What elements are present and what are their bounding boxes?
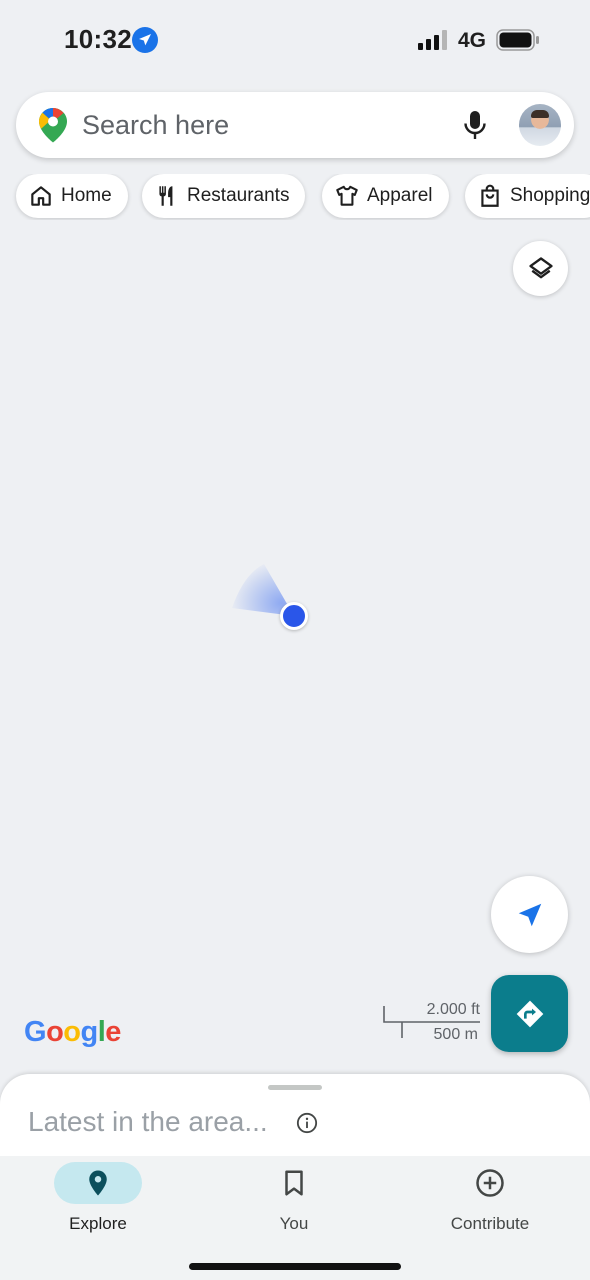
nav-label-explore: Explore: [69, 1214, 127, 1233]
scale-metric-label: 500 m: [433, 1026, 478, 1043]
chip-home[interactable]: Home: [16, 174, 128, 218]
sheet-drag-handle[interactable]: [268, 1085, 322, 1090]
directions-icon: [516, 1000, 543, 1027]
search-input[interactable]: Search here: [82, 110, 229, 141]
current-location-dot: [280, 602, 308, 630]
sheet-title: Latest in the area...: [28, 1106, 268, 1137]
location-pin-icon: [89, 1170, 107, 1196]
bookmark-icon: [285, 1170, 303, 1196]
chip-label: Apparel: [367, 185, 433, 206]
network-label: 4G: [458, 29, 487, 52]
chip-label: Shopping: [510, 185, 590, 206]
search-bar[interactable]: Search here: [16, 92, 574, 158]
restaurant-icon: [159, 186, 173, 206]
shirt-icon: [336, 185, 358, 206]
signal-icon: [418, 30, 447, 50]
category-chips: Home Restaurants Apparel Shopping: [0, 174, 590, 220]
google-logo: Google: [24, 1016, 121, 1048]
battery-icon: [496, 29, 539, 51]
status-time: 10:32: [64, 24, 132, 54]
chip-shopping[interactable]: Shopping: [465, 174, 590, 218]
chip-restaurants[interactable]: Restaurants: [142, 174, 306, 218]
google-maps-logo-icon: [39, 108, 67, 143]
location-arrow-icon: [132, 27, 158, 53]
my-location-button[interactable]: [491, 876, 568, 953]
mic-icon[interactable]: [462, 110, 488, 140]
nav-label-contribute: Contribute: [450, 1214, 530, 1233]
chip-label: Restaurants: [187, 185, 290, 206]
nav-label-you: You: [279, 1214, 309, 1233]
navigation-arrow-icon: [518, 903, 541, 926]
shopping-bag-icon: [481, 184, 499, 207]
home-indicator[interactable]: [189, 1263, 401, 1270]
info-icon[interactable]: [296, 1112, 318, 1134]
bottom-navigation: Explore You Contribute: [0, 1156, 590, 1280]
status-bar: 10:32 4G: [0, 0, 590, 80]
chip-apparel[interactable]: Apparel: [322, 174, 449, 218]
chip-label: Home: [61, 185, 112, 206]
scale-imperial-label: 2.000 ft: [426, 1001, 480, 1018]
home-icon: [31, 186, 51, 206]
avatar[interactable]: [519, 104, 561, 146]
layers-icon: [528, 256, 553, 278]
map-layers-button[interactable]: [513, 241, 568, 296]
add-circle-icon: [476, 1169, 504, 1197]
directions-button[interactable]: [491, 975, 568, 1052]
